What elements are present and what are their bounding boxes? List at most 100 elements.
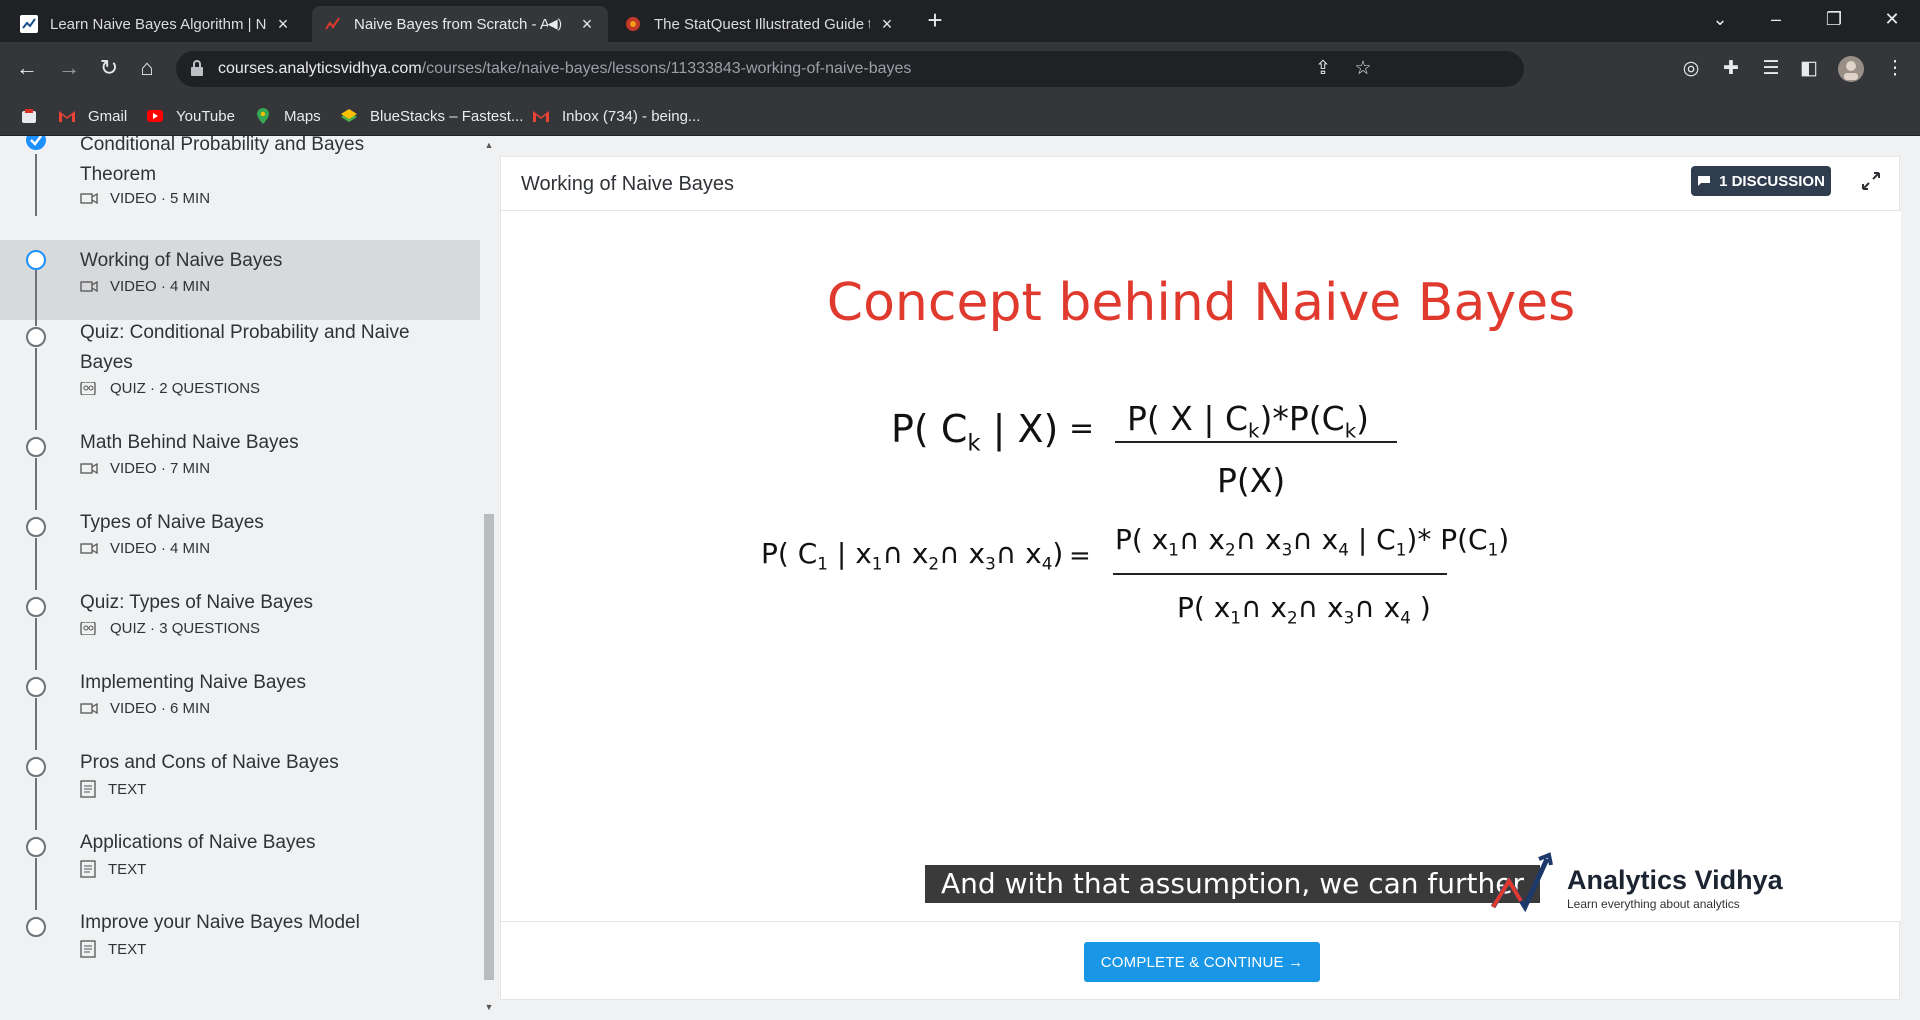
lesson-type: TEXT <box>108 780 147 798</box>
lock-icon[interactable] <box>190 60 204 76</box>
lesson-item[interactable]: Implementing Naive Bayes VIDEO · 6 MIN <box>0 670 480 750</box>
side-panel-icon[interactable]: ◧ <box>1794 54 1824 84</box>
reload-icon[interactable]: ↻ <box>92 52 126 86</box>
analytics-vidhya-logo-mark-icon <box>1490 852 1553 913</box>
tab-statquest-guide[interactable]: The StatQuest Illustrated Guide t × <box>612 6 908 42</box>
lesson-detail: 7 MIN <box>170 460 211 477</box>
lesson-item-current[interactable]: Working of Naive Bayes VIDEO · 4 MIN <box>0 240 480 320</box>
timeline-line <box>35 698 37 750</box>
lesson-item[interactable]: Conditional Probability and Bayes Theore… <box>0 136 480 216</box>
url-path: /courses/take/naive-bayes/lessons/113338… <box>421 60 912 77</box>
tab-title: Learn Naive Bayes Algorithm | N <box>50 15 266 33</box>
home-icon[interactable]: ⌂ <box>130 52 164 86</box>
back-arrow-icon[interactable]: ← <box>10 52 44 86</box>
meta-separator: · <box>145 380 160 397</box>
lesson-detail: 4 MIN <box>170 540 211 557</box>
lesson-item[interactable]: Pros and Cons of Naive Bayes TEXT <box>0 750 480 830</box>
lesson-type: VIDEO <box>110 460 157 477</box>
video-camera-icon <box>80 702 98 715</box>
course-player-page: Conditional Probability and Bayes Theore… <box>0 136 1920 1020</box>
lesson-type: VIDEO <box>110 700 157 717</box>
meta-separator: · <box>156 190 171 207</box>
forward-arrow-icon[interactable]: → <box>52 52 86 86</box>
lesson-item[interactable]: Applications of Naive Bayes TEXT <box>0 830 480 910</box>
lesson-title: Improve your Naive Bayes Model <box>80 912 360 933</box>
meta-separator: · <box>156 278 171 295</box>
text-document-icon <box>80 860 96 878</box>
lesson-meta: VIDEO · 4 MIN <box>80 278 210 295</box>
logo-name: Analytics Vidhya <box>1567 865 1783 895</box>
video-player[interactable]: Concept behind Naive Bayes P( Ck | X) = … <box>501 211 1901 921</box>
video-camera-icon <box>80 280 98 293</box>
lesson-item[interactable]: Types of Naive Bayes VIDEO · 4 MIN <box>0 510 480 590</box>
incomplete-circle-icon <box>26 327 46 347</box>
lesson-meta: TEXT <box>80 780 146 798</box>
bookmark-label: Maps <box>284 107 321 125</box>
audio-playing-icon[interactable]: ◀) <box>548 16 562 32</box>
lesson-sidebar: Conditional Probability and Bayes Theore… <box>0 136 480 1020</box>
lesson-item[interactable]: Improve your Naive Bayes Model TEXT <box>0 910 480 990</box>
bookmark-youtube[interactable]: YouTube <box>146 105 235 127</box>
browser-toolbar: ← → ↻ ⌂ courses.analyticsvidhya.com/cour… <box>0 42 1920 96</box>
restore-window-icon[interactable]: ❐ <box>1806 0 1862 40</box>
close-window-icon[interactable]: ✕ <box>1864 0 1920 40</box>
tab-search-chevron-icon[interactable]: ⌄ <box>1692 0 1748 40</box>
bookmark-star-icon[interactable]: ☆ <box>1348 54 1378 84</box>
close-tab-icon[interactable]: × <box>878 14 896 35</box>
lesson-detail: 5 MIN <box>170 190 211 207</box>
meta-separator: · <box>156 540 171 557</box>
tab-naive-bayes-from-scratch[interactable]: Naive Bayes from Scratch - A ◀) × <box>312 6 608 42</box>
close-tab-icon[interactable]: × <box>274 14 292 35</box>
lesson-type: QUIZ <box>110 380 146 397</box>
new-tab-plus-icon[interactable]: + <box>922 7 948 34</box>
close-tab-icon[interactable]: × <box>578 14 596 35</box>
timeline-line <box>35 858 37 910</box>
bookmark-inbox[interactable]: Inbox (734) - being... <box>532 105 700 127</box>
complete-and-continue-button[interactable]: COMPLETE & CONTINUE → <box>1084 942 1320 982</box>
gmail-icon <box>533 111 549 122</box>
tab-strip: Learn Naive Bayes Algorithm | N × Naive … <box>0 0 1920 42</box>
logo-tagline: Learn everything about analytics <box>1567 897 1740 911</box>
incomplete-circle-icon <box>26 437 46 457</box>
fullscreen-expand-icon[interactable] <box>1859 169 1883 193</box>
content-footer: COMPLETE & CONTINUE → <box>501 921 1901 1001</box>
lesson-content-card: Working of Naive Bayes 1 DISCUSSION Conc… <box>500 156 1901 1001</box>
timeline-line <box>35 154 37 216</box>
lesson-item[interactable]: Quiz: Conditional Probability and Naive … <box>0 320 480 430</box>
video-camera-icon <box>80 542 98 555</box>
lesson-item[interactable]: Quiz: Types of Naive Bayes QUIZ · 3 QUES… <box>0 590 480 670</box>
scrollbar-thumb[interactable] <box>484 514 494 980</box>
statquest-favicon-icon <box>626 17 640 31</box>
lesson-detail: 6 MIN <box>170 700 211 717</box>
lesson-detail: 4 MIN <box>170 278 211 295</box>
extension-target-icon[interactable]: ◎ <box>1676 54 1706 84</box>
lesson-meta: VIDEO · 4 MIN <box>80 540 210 557</box>
apps-icon[interactable] <box>20 105 38 127</box>
sidebar-scrollbar[interactable]: ▲ ▼ <box>480 136 498 1020</box>
lesson-meta: VIDEO · 7 MIN <box>80 460 210 477</box>
address-bar[interactable]: courses.analyticsvidhya.com/courses/take… <box>176 51 1524 87</box>
meta-separator: · <box>156 460 171 477</box>
share-icon[interactable]: ⇪ <box>1308 54 1338 84</box>
tab-title: Naive Bayes from Scratch - A <box>354 15 548 33</box>
lesson-meta: TEXT <box>80 860 146 878</box>
meta-separator: · <box>156 700 171 717</box>
scroll-up-arrow-icon[interactable]: ▲ <box>484 140 494 150</box>
lesson-meta: TEXT <box>80 940 146 958</box>
completed-check-icon <box>26 136 46 150</box>
lesson-item[interactable]: Math Behind Naive Bayes VIDEO · 7 MIN <box>0 430 480 510</box>
bookmark-bluestacks[interactable]: BlueStacks – Fastest... <box>340 105 523 127</box>
tab-learn-naive-bayes[interactable]: Learn Naive Bayes Algorithm | N × <box>8 6 304 42</box>
lesson-type: TEXT <box>108 940 147 958</box>
slide-heading: Concept behind Naive Bayes <box>826 273 1576 333</box>
profile-avatar[interactable] <box>1836 54 1866 84</box>
minimize-window-icon[interactable]: – <box>1748 0 1804 40</box>
bookmark-gmail[interactable]: Gmail <box>58 105 127 127</box>
bookmark-maps[interactable]: Maps <box>254 105 321 127</box>
lesson-title: Pros and Cons of Naive Bayes <box>80 752 339 773</box>
media-queue-icon[interactable]: ☰ <box>1756 54 1786 84</box>
scroll-down-arrow-icon[interactable]: ▼ <box>484 1002 494 1012</box>
discussion-button[interactable]: 1 DISCUSSION <box>1691 166 1831 196</box>
menu-kebab-icon[interactable]: ⋮ <box>1880 54 1910 84</box>
extensions-puzzle-icon[interactable]: ✚ <box>1716 54 1746 84</box>
